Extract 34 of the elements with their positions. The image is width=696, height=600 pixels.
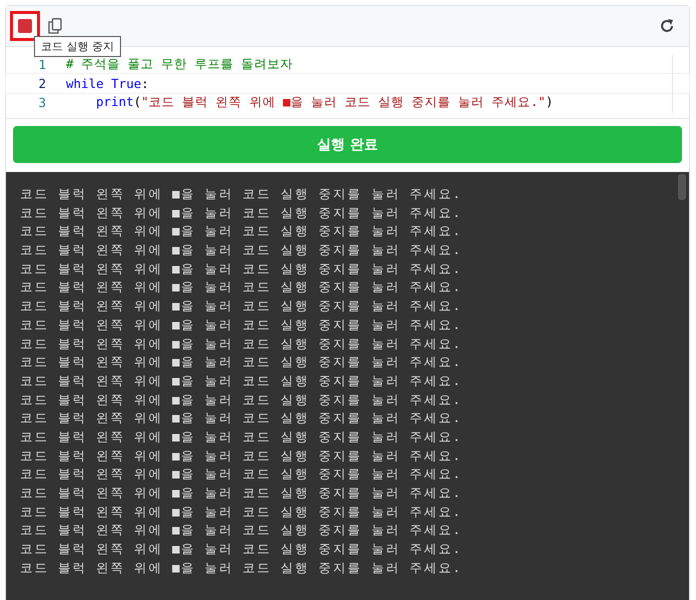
output-line: 코드 블럭 왼쪽 위에 ■을 눌러 코드 실행 중지를 눌러 주세요. bbox=[20, 297, 463, 316]
copy-button[interactable] bbox=[46, 16, 64, 36]
scrollbar[interactable] bbox=[678, 174, 686, 200]
line-number: 2 bbox=[37, 76, 47, 91]
output-line: 코드 블럭 왼쪽 위에 ■을 눌러 코드 실행 중지를 눌러 주세요. bbox=[20, 278, 463, 296]
output-line: 코드 블럭 왼쪽 위에 ■을 눌러 코드 실행 중지를 눌러 주세요. bbox=[20, 372, 463, 390]
output-line: 코드 블럭 왼쪽 위에 ■을 눌러 코드 실행 중지를 눌러 주세요. bbox=[20, 446, 463, 465]
output-line: 코드 블럭 왼쪽 위에 ■을 눌러 코드 실행 중지를 눌러 주세요. bbox=[20, 334, 463, 352]
reload-icon bbox=[659, 18, 675, 34]
output-line: 코드 블럭 왼쪽 위에 ■을 눌러 코드 실행 중지를 눌러 주세요. bbox=[20, 260, 463, 278]
output-line: 코드 블럭 왼쪽 위에 ■을 눌러 코드 실행 중지를 눌러 주세요. bbox=[20, 316, 463, 334]
code-line: while True: bbox=[66, 76, 149, 91]
output-line: 코드 블럭 왼쪽 위에 ■을 눌러 코드 실행 중지를 눌러 주세요. bbox=[20, 502, 463, 521]
line-number: 3 bbox=[37, 95, 47, 110]
output-line: 코드 블럭 왼쪽 위에 ■을 눌러 코드 실행 중지를 눌러 주세요. bbox=[20, 390, 463, 409]
code-line: print("코드 블럭 왼쪽 위에 ■을 눌러 코드 실행 중지를 눌러 주세요.") bbox=[95, 94, 554, 111]
output-line: 코드 블럭 왼쪽 위에 ■을 눌러 코드 실행 중지를 눌러 주세요. bbox=[20, 540, 463, 558]
tooltip: 코드 실행 중지 bbox=[34, 36, 121, 57]
output-line: 코드 블럭 왼쪽 위에 ■을 눌러 코드 실행 중지를 눌러 주세요. bbox=[20, 428, 463, 446]
output-line: 코드 블럭 왼쪽 위에 ■을 눌러 코드 실행 중지를 눌러 주세요. bbox=[20, 353, 463, 372]
output-line: 코드 블럭 왼쪽 위에 ■을 눌러 코드 실행 중지를 눌러 주세요. bbox=[20, 222, 463, 240]
output-line: 코드 블럭 왼쪽 위에 ■을 눌러 코드 실행 중지를 눌러 주세요. bbox=[20, 465, 463, 484]
output-line: 코드 블럭 왼쪽 위에 ■을 눌러 코드 실행 중지를 눌러 주세요. bbox=[20, 185, 463, 203]
stop-button[interactable] bbox=[10, 11, 40, 41]
output-line: 코드 블럭 왼쪽 위에 ■을 눌러 코드 실행 중지를 눌러 주세요. bbox=[20, 241, 463, 260]
code-line: # 주석을 풀고 무한 루프를 돌려보자 bbox=[66, 56, 294, 73]
output-line: 코드 블럭 왼쪽 위에 ■을 눌러 코드 실행 중지를 눌러 주세요. bbox=[20, 484, 463, 502]
output-line: 코드 블럭 왼쪽 위에 ■을 눌러 코드 실행 중지를 눌러 주세요. bbox=[20, 558, 463, 577]
line-number: 1 bbox=[37, 57, 47, 72]
copy-icon bbox=[48, 18, 62, 34]
output-line: 코드 블럭 왼쪽 위에 ■을 눌러 코드 실행 중지를 눌러 주세요. bbox=[20, 204, 463, 222]
output-line: 코드 블럭 왼쪽 위에 ■을 눌러 코드 실행 중지를 눌러 주세요. bbox=[20, 409, 463, 428]
stop-icon bbox=[18, 19, 32, 33]
output-line: 코드 블럭 왼쪽 위에 ■을 눌러 코드 실행 중지를 눌러 주세요. bbox=[20, 521, 463, 540]
